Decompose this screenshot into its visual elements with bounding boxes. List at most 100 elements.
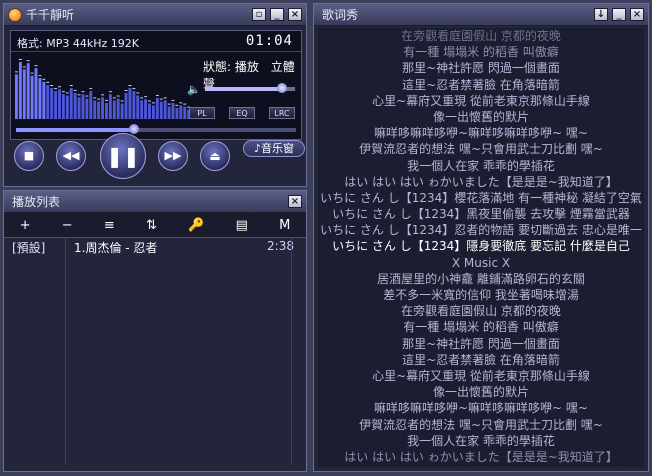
mini-mode-icon[interactable]: ▫ [252, 8, 266, 21]
open-file-button[interactable]: ⏏ [200, 141, 230, 171]
lyric-line: 居酒屋里的小神龕 離鋪滿路卵石的玄關 [377, 271, 585, 286]
minimize-icon[interactable]: _ [270, 8, 284, 21]
spectrum-peak [101, 94, 104, 96]
volume-icon[interactable]: 🔈 [187, 83, 201, 96]
spectrum-peak [65, 92, 69, 94]
pause-button[interactable]: ❚❚ [100, 133, 146, 179]
lyric-line: 在旁觀看庭園假山 京都的夜晚 [401, 29, 561, 43]
spectrum-bar [93, 100, 97, 119]
spectrum-bar [26, 63, 30, 119]
lyrics-settings-icon[interactable]: ↓ [594, 8, 608, 21]
add-icon[interactable]: + [20, 218, 31, 233]
next-button[interactable]: ▶▶ [158, 141, 188, 171]
track-duration: 2:38 [267, 239, 294, 253]
spectrum-peak [140, 97, 144, 99]
playlist-toggle-button[interactable]: PL [189, 107, 215, 119]
spectrum-peak [34, 65, 38, 67]
spectrum-bar [179, 105, 183, 119]
spectrum-bar [151, 105, 155, 119]
lyrics-close-icon[interactable]: × [630, 8, 644, 21]
spectrum-peak [124, 89, 128, 91]
spectrum-peak [18, 58, 22, 60]
spectrum-peak [93, 97, 97, 99]
spectrum-bar [112, 100, 116, 119]
lyric-line: 伊賀流忍者的想法 嘿~只會用武士刀比劃 嘿~ [359, 142, 603, 157]
spectrum-bar [148, 103, 151, 119]
app-logo-icon [8, 7, 22, 22]
player-titlebar[interactable]: 千千靜听 ▫ _ × [4, 4, 306, 26]
spectrum-bar [101, 97, 104, 119]
spectrum-bar [140, 100, 144, 119]
spectrum-bar [124, 92, 128, 119]
sort-icon[interactable]: ⇅ [146, 218, 157, 233]
spectrum-bar [18, 61, 22, 119]
playlist-scrollbar[interactable] [291, 237, 300, 465]
format-info: 格式: MP3 44kHz 192K [17, 37, 139, 50]
lyric-line: いちに さん し【1234】櫻花落滿地 有一種神秘 凝結了空氣 [318, 465, 644, 467]
spectrum-peak [89, 88, 93, 90]
lyric-line: はい はい はい ゎかいました【是是是~我知道了】 [344, 174, 618, 189]
spectrum-peak [77, 94, 81, 96]
lyrics-display[interactable]: 在旁觀看庭園假山 京都的夜晚 有一種 塌塌米 的稻香 叫傲癖 那里~神社許愿 閃過一… [318, 28, 644, 467]
lyrics-minimize-icon[interactable]: _ [612, 8, 626, 21]
spectrum-peak [151, 102, 155, 104]
spectrum-peak [108, 91, 112, 93]
pause-icon: ❚❚ [106, 144, 140, 168]
spectrum-peak [26, 60, 30, 62]
spectrum-peak [81, 91, 85, 93]
playlist-item-default[interactable]: [預設] [12, 239, 63, 256]
spectrum-peak [136, 92, 140, 94]
spectrum-peak [46, 81, 50, 83]
spectrum-peak [61, 91, 65, 93]
spectrum-bar [73, 92, 77, 119]
playlist-close-icon[interactable]: × [288, 195, 302, 208]
spectrum-peak [97, 98, 101, 100]
playlist-toolbar: + − ≡ ⇅ 🔑 ▤ M [4, 213, 306, 238]
seek-knob[interactable] [128, 124, 139, 134]
spectrum-bar [34, 68, 38, 119]
volume-knob[interactable] [276, 83, 287, 93]
elapsed-time[interactable]: 01:04 [246, 33, 293, 49]
music-window-button[interactable]: ♪音乐窗 [243, 140, 305, 157]
spectrum-bar [54, 91, 58, 119]
close-icon[interactable]: × [288, 8, 302, 21]
spectrum-bar [15, 74, 18, 119]
spectrum-bar [128, 88, 132, 119]
spectrum-peak [50, 85, 54, 86]
lyric-line: 那里~神社許愿 閃過一個畫面 [402, 61, 560, 76]
player-window: 千千靜听 ▫ _ × 格式: MP3 44kHz 192K 01:04 狀態: … [3, 3, 307, 187]
stop-button[interactable]: ■ [14, 141, 44, 171]
list-icon[interactable]: ≡ [104, 218, 115, 233]
lyrics-titlebar[interactable]: 歌词秀 ↓ _ × [314, 4, 648, 26]
spectrum-bar [120, 103, 124, 119]
search-icon[interactable]: 🔑 [188, 218, 204, 233]
spectrum-peak [120, 100, 124, 102]
lyrics-toggle-button[interactable]: LRC [269, 107, 295, 119]
playlist-list-panel: [預設] [10, 237, 66, 465]
spectrum-bar [159, 101, 163, 119]
spectrum-visualizer[interactable] [15, 55, 195, 119]
spectrum-bar [105, 102, 108, 119]
volume-slider[interactable] [205, 83, 295, 93]
spectrum-peak [15, 71, 18, 73]
mode-icon[interactable]: M [279, 218, 290, 233]
spectrum-peak [42, 78, 46, 80]
lyric-line: いちに さん し【1234】忍者的物語 要切斷過去 忠心是唯一 [320, 223, 642, 238]
seek-bar[interactable] [16, 124, 296, 134]
previous-button[interactable]: ◀◀ [56, 141, 86, 171]
spectrum-bar [42, 81, 46, 119]
lyric-line: 有一種 塌塌米 的稻香 叫傲癖 [403, 45, 559, 60]
lyric-line: 我一個人在家 乖乖的學插花 [407, 158, 555, 173]
spectrum-peak [171, 99, 175, 101]
file-icon[interactable]: ▤ [236, 218, 248, 233]
lyric-line: 嘛咩哆嘛咩哆咿~嘛咩哆嘛咩哆咿~ 嘿~ [374, 401, 588, 416]
remove-icon[interactable]: − [62, 218, 73, 233]
lyric-line: 心里~幕府又重現 從前老東京那條山手線 [372, 93, 590, 108]
spectrum-peak [105, 99, 108, 101]
spectrum-peak [58, 86, 61, 88]
track-row[interactable]: 1.周杰倫 - 忍者 2:38 [74, 239, 294, 256]
equalizer-toggle-button[interactable]: EQ [229, 107, 255, 119]
spectrum-bar [171, 102, 175, 119]
playlist-titlebar[interactable]: 播放列表 × [4, 191, 306, 213]
spectrum-bar [50, 88, 54, 119]
